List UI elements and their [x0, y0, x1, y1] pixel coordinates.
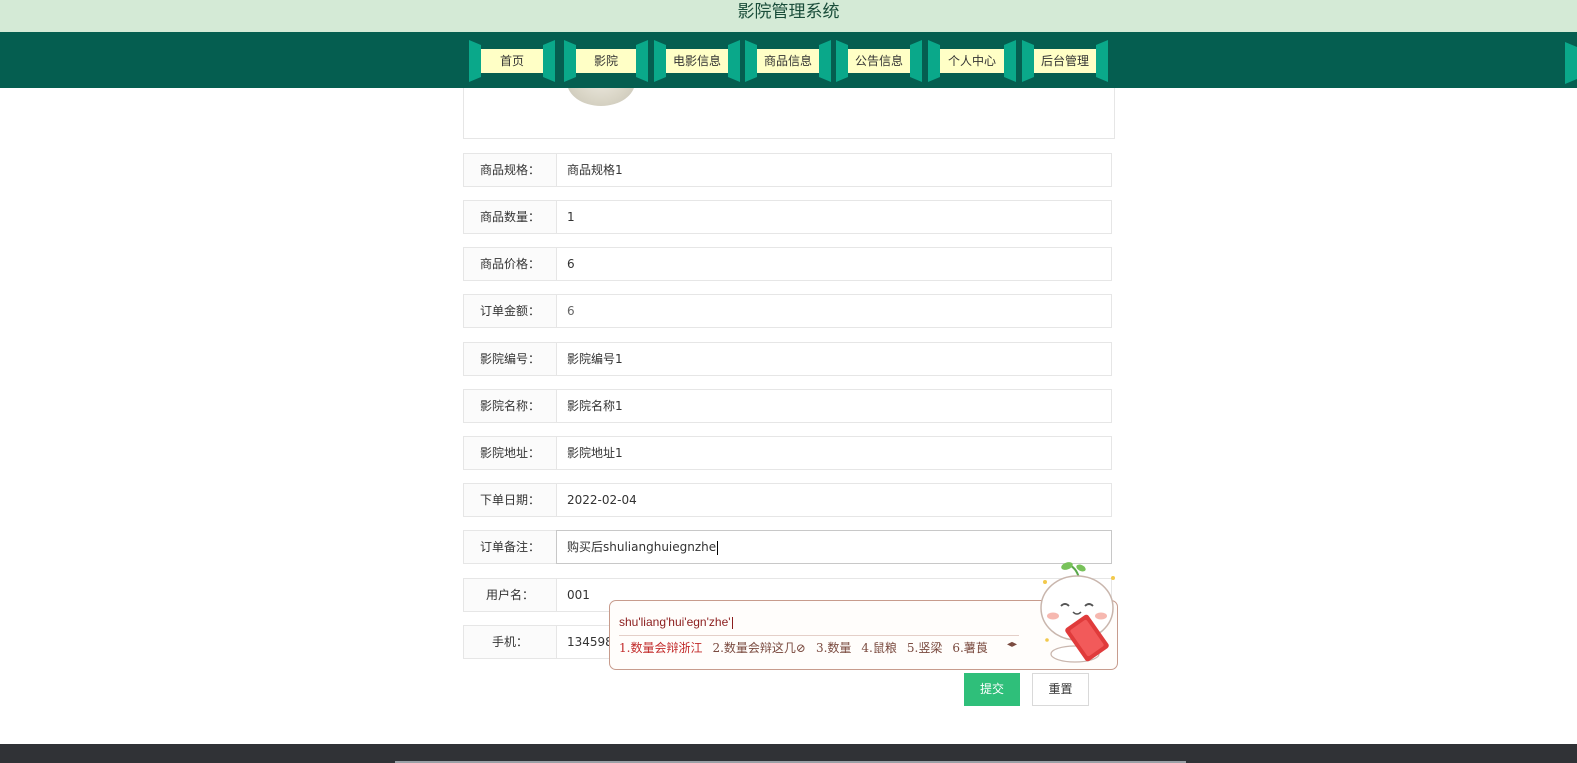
nav-wing-left — [469, 40, 481, 82]
nav-label[interactable]: 商品信息 — [757, 49, 819, 73]
nav-wing-left — [564, 40, 576, 82]
ime-candidate[interactable]: 6.薯莨 — [952, 641, 987, 655]
form-row-cinema-address: 影院地址： 影院地址1 — [463, 436, 1115, 470]
reset-button[interactable]: 重置 — [1032, 673, 1089, 706]
nav-wing-left — [745, 40, 757, 82]
field-label: 影院地址： — [463, 436, 557, 470]
field-label: 订单备注： — [463, 530, 557, 564]
nav-wing-right — [910, 40, 922, 82]
nav-wing-right — [543, 40, 555, 82]
ime-candidate[interactable]: 4.鼠粮 — [861, 641, 896, 655]
cinema-id-input[interactable]: 影院编号1 — [556, 342, 1112, 376]
nav-wing-right — [636, 40, 648, 82]
form-row-spec: 商品规格： 商品规格1 — [463, 153, 1115, 187]
cinema-name-input[interactable]: 影院名称1 — [556, 389, 1112, 423]
submit-button[interactable]: 提交 — [964, 673, 1020, 706]
form-row-quantity: 商品数量： 1 — [463, 200, 1115, 234]
field-label: 下单日期： — [463, 483, 557, 517]
ime-candidate[interactable]: 3.数量 — [816, 641, 851, 655]
field-label: 商品规格： — [463, 153, 557, 187]
ime-candidate[interactable]: 1.数量会辩浙江 — [619, 641, 702, 655]
ime-mascot-icon — [1040, 562, 1115, 663]
nav-item-cinema[interactable]: 影院 — [564, 40, 648, 82]
nav-wing-right — [728, 40, 740, 82]
ime-candidate[interactable]: 5.竖梁 — [907, 641, 942, 655]
nav-item-product-info[interactable]: 商品信息 — [745, 40, 831, 82]
nav-wing-right — [1096, 40, 1108, 82]
field-label: 商品价格： — [463, 247, 557, 281]
form-row-cinema-id: 影院编号： 影院编号1 — [463, 342, 1115, 376]
nav-wing-left — [1022, 40, 1034, 82]
form-row-order-date: 下单日期： 2022-02-04 — [463, 483, 1115, 517]
ime-composition-text: shu'liang'hui'egn'zhe' — [619, 615, 733, 629]
order-remark-input[interactable]: 购买后shulianghuiegnzhe — [556, 530, 1112, 564]
nav-wing-left — [836, 40, 848, 82]
nav-edge-decoration — [1565, 42, 1577, 84]
ime-candidate-list: 1.数量会辩浙江 2.数量会辩这几⊘ 3.数量 4.鼠粮 5.竖梁 6.薯莨 — [619, 639, 998, 656]
nav-bar: 首页 影院 电影信息 商品信息 公告信息 个人中心 后台管理 — [0, 32, 1577, 88]
nav-item-admin[interactable]: 后台管理 — [1022, 40, 1108, 82]
field-label: 用户名： — [463, 578, 557, 612]
form-row-cinema-name: 影院名称： 影院名称1 — [463, 389, 1115, 423]
ime-composition-value: shu'liang'hui'egn'zhe' — [619, 615, 731, 629]
order-amount-input[interactable]: 6 — [556, 294, 1112, 328]
ime-page-arrows-icon[interactable]: ◂▸ — [1007, 639, 1017, 650]
nav-label[interactable]: 影院 — [576, 49, 636, 73]
order-remark-value: 购买后shulianghuiegnzhe — [567, 540, 717, 554]
nav-label[interactable]: 个人中心 — [940, 49, 1004, 73]
spec-input[interactable]: 商品规格1 — [556, 153, 1112, 187]
form-row-order-remark: 订单备注： 购买后shulianghuiegnzhe — [463, 530, 1115, 564]
nav-label[interactable]: 电影信息 — [666, 49, 728, 73]
form-row-order-amount: 订单金额： 6 — [463, 294, 1115, 328]
ime-caret — [731, 616, 733, 629]
nav-label[interactable]: 后台管理 — [1034, 49, 1096, 73]
text-caret — [717, 540, 719, 555]
quantity-input[interactable]: 1 — [556, 200, 1112, 234]
nav-wing-right — [819, 40, 831, 82]
nav-label[interactable]: 首页 — [481, 49, 543, 73]
nav-item-personal-center[interactable]: 个人中心 — [928, 40, 1016, 82]
title-bar: 影院管理系统 — [0, 0, 1577, 32]
nav-label[interactable]: 公告信息 — [848, 49, 910, 73]
ime-divider — [619, 635, 1019, 636]
field-label: 商品数量： — [463, 200, 557, 234]
ime-candidate[interactable]: 2.数量会辩这几⊘ — [712, 641, 806, 655]
nav-item-home[interactable]: 首页 — [469, 40, 555, 82]
form-row-price: 商品价格： 6 — [463, 247, 1115, 281]
nav-wing-left — [654, 40, 666, 82]
cinema-address-input[interactable]: 影院地址1 — [556, 436, 1112, 470]
nav-wing-left — [928, 40, 940, 82]
order-date-input[interactable]: 2022-02-04 — [556, 483, 1112, 517]
field-label: 手机： — [463, 625, 557, 659]
field-label: 影院编号： — [463, 342, 557, 376]
nav-item-notice-info[interactable]: 公告信息 — [836, 40, 922, 82]
field-label: 订单金额： — [463, 294, 557, 328]
site-title: 影院管理系统 — [737, 2, 840, 22]
product-image-section — [463, 88, 1115, 139]
price-input[interactable]: 6 — [556, 247, 1112, 281]
nav-item-movie-info[interactable]: 电影信息 — [654, 40, 740, 82]
field-label: 影院名称： — [463, 389, 557, 423]
nav-wing-right — [1004, 40, 1016, 82]
